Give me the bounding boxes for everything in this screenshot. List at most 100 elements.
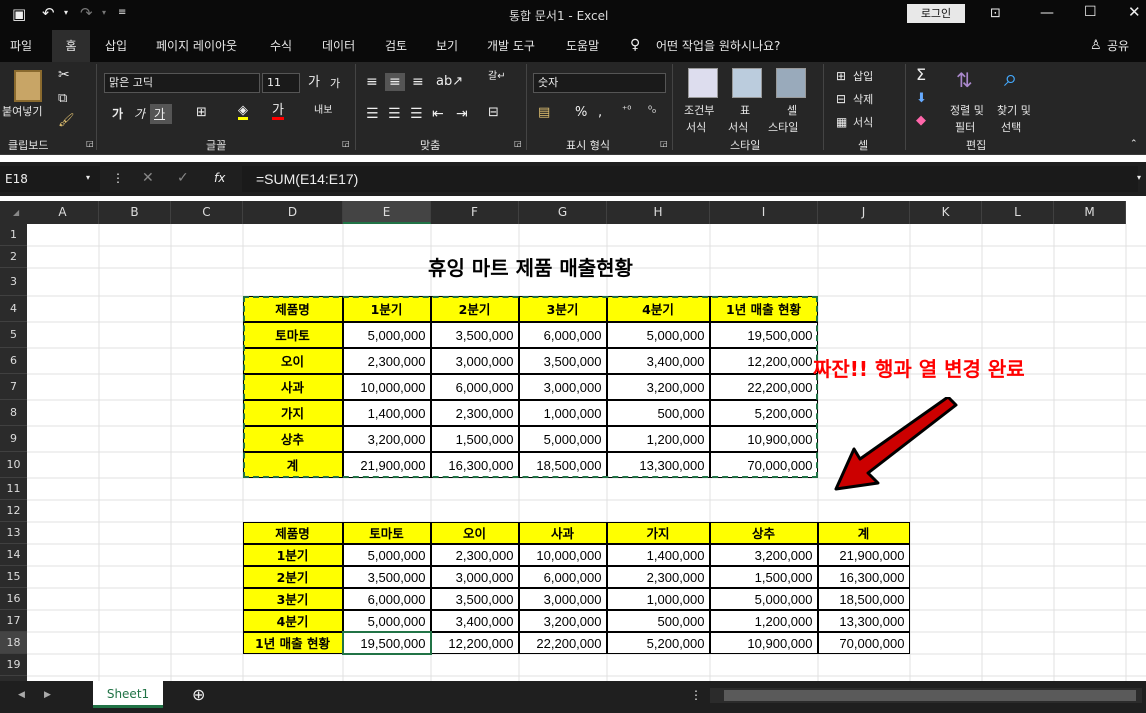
sheet-options-icon[interactable]: ⋮ — [690, 689, 702, 701]
table-cell[interactable]: 12,200,000 — [430, 632, 519, 654]
row-header[interactable]: 6 — [0, 348, 27, 374]
table-cell[interactable]: 사과 — [518, 522, 607, 544]
number-format-dropdown[interactable]: 숫자 — [533, 73, 666, 93]
copy-icon[interactable]: ⧉ — [58, 92, 67, 105]
confirm-entry-icon[interactable]: ✓ — [177, 171, 189, 185]
orientation-icon[interactable]: ab↗ — [436, 75, 463, 88]
cell-styles-label-1[interactable]: 셀 — [787, 102, 797, 118]
sheet-title[interactable]: 휴잉 마트 제품 매출현황 — [243, 251, 818, 285]
format-as-table-label-2[interactable]: 서식 — [728, 119, 748, 135]
align-center-icon[interactable]: ☰ — [388, 107, 401, 121]
paste-icon[interactable] — [14, 70, 42, 102]
table-cell[interactable]: 2분기 — [430, 296, 519, 322]
table-cell[interactable]: 21,900,000 — [817, 544, 910, 566]
row-header[interactable]: 3 — [0, 268, 27, 296]
row-header[interactable]: 12 — [0, 500, 27, 522]
new-sheet-icon[interactable]: ⊕ — [192, 687, 205, 703]
table-cell[interactable]: 6,000,000 — [518, 566, 607, 588]
column-header[interactable]: D — [243, 201, 343, 224]
close-icon[interactable]: ✕ — [1128, 5, 1141, 20]
row-header[interactable]: 15 — [0, 566, 27, 588]
increase-indent-icon[interactable]: ⇥ — [456, 107, 468, 121]
table-cell[interactable]: 제품명 — [242, 296, 343, 322]
delete-cells-icon[interactable]: ⊟ — [836, 93, 846, 105]
table-cell[interactable]: 상추 — [242, 426, 343, 452]
decrease-decimal-icon[interactable]: ⁰₀ — [648, 106, 656, 116]
table-cell[interactable]: 6,000,000 — [518, 322, 607, 348]
table-cell[interactable]: 22,200,000 — [709, 374, 818, 400]
table-cell[interactable]: 2,300,000 — [342, 348, 431, 374]
collapse-ribbon-icon[interactable]: ⌃ — [1130, 140, 1138, 149]
row-header[interactable]: 13 — [0, 522, 27, 544]
table-cell[interactable]: 19,500,000 — [342, 632, 431, 654]
fill-color-icon[interactable]: ◈ — [238, 104, 248, 120]
table-cell[interactable]: 13,300,000 — [817, 610, 910, 632]
align-launcher-icon[interactable]: ◲ — [514, 140, 522, 148]
table-cell[interactable]: 1년 매출 현황 — [709, 296, 818, 322]
insert-function-icon[interactable]: fx — [214, 172, 225, 184]
table-cell[interactable]: 3,500,000 — [342, 566, 431, 588]
table-cell[interactable]: 10,900,000 — [709, 632, 818, 654]
tab-formulas[interactable]: 수식 — [270, 30, 292, 62]
accounting-icon[interactable]: ▤ — [538, 106, 550, 119]
column-header[interactable]: J — [818, 201, 910, 224]
table-cell[interactable]: 10,000,000 — [342, 374, 431, 400]
save-icon[interactable]: ▣ — [12, 7, 26, 22]
table-cell[interactable]: 5,000,000 — [342, 610, 431, 632]
table-cell[interactable]: 22,200,000 — [518, 632, 607, 654]
table-cell[interactable]: 16,300,000 — [430, 452, 519, 478]
column-header[interactable]: B — [99, 201, 171, 224]
font-launcher-icon[interactable]: ◲ — [342, 140, 350, 148]
underline-button[interactable]: 가 — [150, 104, 172, 124]
table-cell[interactable]: 4분기 — [606, 296, 710, 322]
table-cell[interactable]: 10,000,000 — [518, 544, 607, 566]
table-cell[interactable]: 5,200,000 — [709, 400, 818, 426]
cancel-entry-icon[interactable]: ✕ — [142, 171, 154, 185]
table-cell[interactable]: 3,200,000 — [606, 374, 710, 400]
find-select-label-2[interactable]: 선택 — [1001, 119, 1021, 135]
column-header[interactable]: I — [710, 201, 818, 224]
scroll-right-icon[interactable]: ▶ — [44, 691, 51, 700]
share-button[interactable]: 공유 — [1107, 30, 1129, 62]
table-cell[interactable]: 1,400,000 — [606, 544, 710, 566]
tab-review[interactable]: 검토 — [385, 30, 407, 62]
table-cell[interactable]: 토마토 — [342, 522, 431, 544]
conditional-format-label-2[interactable]: 서식 — [686, 119, 706, 135]
table-cell[interactable]: 21,900,000 — [342, 452, 431, 478]
table-cell[interactable]: 3,500,000 — [430, 588, 519, 610]
table-cell[interactable]: 계 — [242, 452, 343, 478]
table-cell[interactable]: 70,000,000 — [817, 632, 910, 654]
table-cell[interactable]: 3,200,000 — [342, 426, 431, 452]
table-cell[interactable]: 10,900,000 — [709, 426, 818, 452]
table-cell[interactable]: 2분기 — [242, 566, 343, 588]
sort-filter-label-2[interactable]: 필터 — [955, 119, 975, 135]
table-cell[interactable]: 3,000,000 — [518, 374, 607, 400]
table-cell[interactable]: 70,000,000 — [709, 452, 818, 478]
font-size-dropdown[interactable]: 11 — [262, 73, 300, 93]
select-all-icon[interactable]: ◢ — [13, 209, 19, 217]
table-cell[interactable]: 3,500,000 — [518, 348, 607, 374]
minimize-icon[interactable]: — — [1040, 6, 1054, 20]
grow-font-icon[interactable]: 가 — [308, 76, 320, 89]
column-header[interactable]: E — [343, 201, 431, 224]
redo-icon[interactable]: ↷ — [80, 6, 93, 21]
percent-icon[interactable]: % — [575, 106, 587, 119]
tab-view[interactable]: 보기 — [436, 30, 458, 62]
table-cell[interactable]: 가지 — [606, 522, 710, 544]
conditional-format-icon[interactable] — [688, 68, 718, 98]
border-icon[interactable]: ⊞ — [196, 106, 207, 119]
row-header[interactable]: 19 — [0, 654, 27, 676]
bold-button[interactable]: 가 — [112, 108, 123, 120]
sort-filter-icon[interactable]: ⇅ — [956, 70, 973, 90]
table-cell[interactable]: 상추 — [709, 522, 818, 544]
table-cell[interactable]: 6,000,000 — [430, 374, 519, 400]
autosum-icon[interactable]: Σ — [916, 67, 926, 83]
format-cells-icon[interactable]: ▦ — [836, 116, 847, 128]
table-cell[interactable]: 2,300,000 — [430, 544, 519, 566]
font-color-icon[interactable]: 가 — [272, 104, 284, 120]
name-box-dropdown-icon[interactable]: ▾ — [86, 174, 90, 182]
column-header[interactable]: H — [607, 201, 710, 224]
table-cell[interactable]: 3,400,000 — [606, 348, 710, 374]
sort-filter-label-1[interactable]: 정렬 및 — [950, 102, 984, 118]
table-cell[interactable]: 3,400,000 — [430, 610, 519, 632]
